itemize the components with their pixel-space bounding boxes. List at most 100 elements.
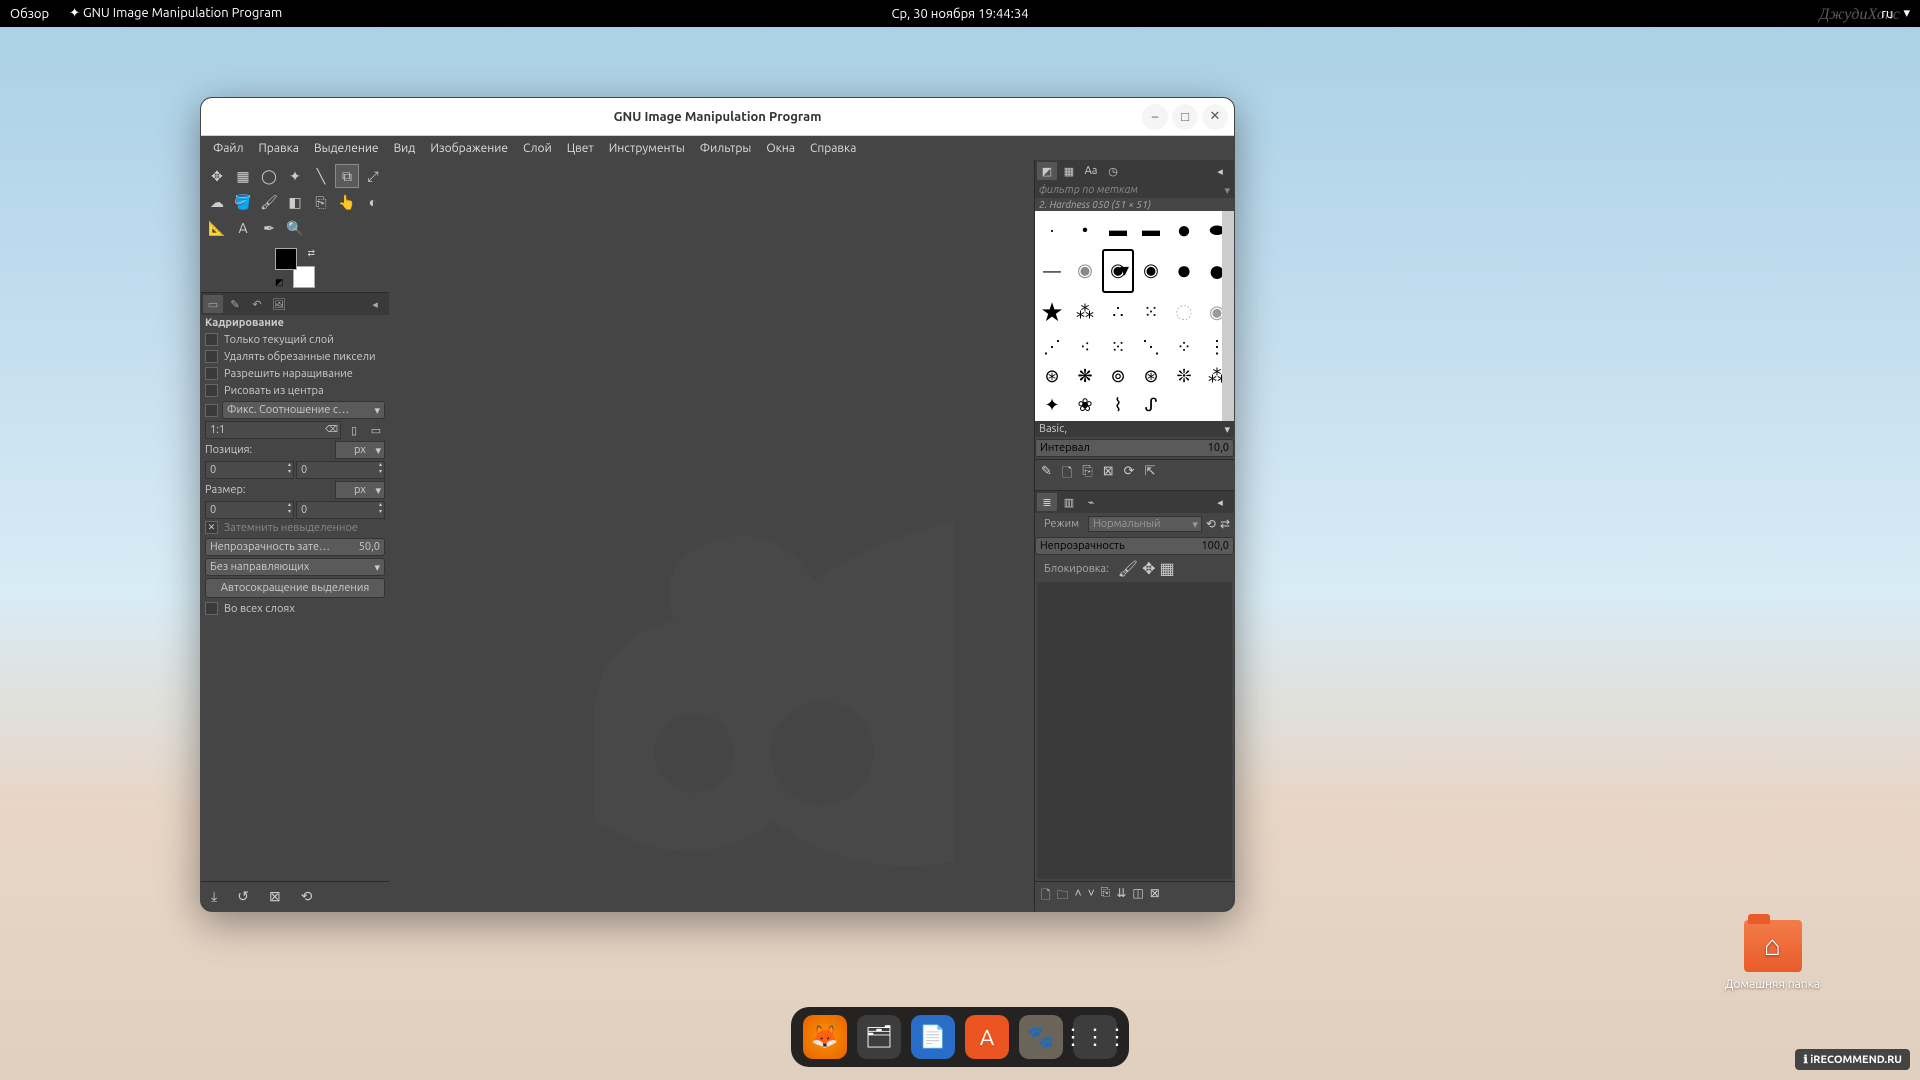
tool-path[interactable]: ✒ (257, 216, 281, 240)
check-delete-cropped[interactable] (205, 350, 218, 363)
layer-merge-icon[interactable]: ⇊ (1116, 886, 1126, 907)
layer-up-icon[interactable]: ˄ (1075, 886, 1082, 907)
tab-fonts[interactable]: Aa (1081, 162, 1101, 180)
autoshrink-button[interactable]: Автосокращение выделения (205, 578, 385, 598)
dock-document[interactable]: 📄 (911, 1015, 955, 1059)
tool-smudge[interactable]: 👆 (335, 190, 359, 214)
tool-crop[interactable]: ⧉ (335, 164, 359, 188)
pos-x[interactable]: 0 (205, 461, 294, 479)
swap-colors-icon[interactable]: ⇄ (307, 248, 315, 259)
restore-options-icon[interactable]: ↺ (237, 888, 249, 905)
brush-item[interactable]: ⌇ (1102, 392, 1134, 420)
lock-pixels-icon[interactable]: 🖌 (1118, 559, 1138, 578)
tab-device[interactable]: ✎ (225, 295, 245, 313)
tab-menu-icon[interactable]: ◂ (1210, 162, 1230, 180)
brush-item[interactable]: ⁙ (1135, 294, 1167, 332)
mode-swap-icon[interactable]: ⇄ (1220, 517, 1230, 531)
active-app[interactable]: GNU Image Manipulation Program (83, 6, 282, 20)
brush-filter[interactable]: фильтр по меткам (1035, 182, 1234, 198)
brush-set-select[interactable]: Basic, (1035, 421, 1234, 437)
fg-bg-colors[interactable]: ⇄ ◩ (275, 248, 315, 288)
check-allow-grow[interactable] (205, 367, 218, 380)
tool-move[interactable]: ✥ (205, 164, 229, 188)
tab-history[interactable]: ◷ (1103, 162, 1123, 180)
menu-help[interactable]: Справка (804, 140, 862, 157)
brush-item[interactable]: ∴ (1102, 294, 1134, 332)
dock-files[interactable]: 🗂 (857, 1015, 901, 1059)
brush-item[interactable]: ● (1168, 212, 1200, 248)
minimize-button[interactable]: – (1142, 104, 1168, 130)
close-button[interactable]: ✕ (1202, 104, 1228, 130)
brush-edit-icon[interactable]: ✎ (1041, 464, 1052, 486)
overview-button[interactable]: Обзор (10, 7, 49, 21)
tool-bucket[interactable]: 🪣 (231, 190, 255, 214)
size-x[interactable]: 0 (205, 501, 294, 519)
brush-item[interactable]: ★ (1036, 294, 1068, 332)
menu-select[interactable]: Выделение (308, 140, 385, 157)
tool-measure[interactable]: 📐 (205, 216, 229, 240)
brush-item[interactable]: ❋ (1069, 362, 1101, 390)
tool-lasso[interactable]: ◯ (257, 164, 281, 188)
brush-scrollbar[interactable] (1222, 211, 1234, 421)
brush-item[interactable]: ❊ (1168, 362, 1200, 390)
brush-item[interactable]: — (1036, 249, 1068, 292)
tab-tool-options[interactable]: ▭ (203, 295, 223, 313)
layer-mask-icon[interactable]: ◫ (1132, 886, 1143, 907)
maximize-button[interactable]: □ (1172, 104, 1198, 130)
check-darken[interactable] (205, 521, 218, 534)
panel-clock[interactable]: Ср, 30 ноября 19:44:34 (891, 7, 1028, 21)
menu-file[interactable]: Файл (207, 140, 250, 157)
tool-paths[interactable]: ╲ (309, 164, 333, 188)
menu-layer[interactable]: Слой (517, 140, 558, 157)
tab-images[interactable]: 🖼 (269, 295, 289, 313)
menu-edit[interactable]: Правка (253, 140, 305, 157)
reset-colors-icon[interactable]: ◩ (275, 277, 284, 288)
brush-item[interactable]: ❀ (1069, 392, 1101, 420)
layer-new-icon[interactable]: 🗋 (1041, 886, 1051, 907)
ratio-input[interactable]: 1:1⌫ (205, 421, 341, 439)
brush-dup-icon[interactable]: ⎘ (1082, 464, 1092, 486)
menu-tools[interactable]: Инструменты (603, 140, 691, 157)
mode-select[interactable]: Нормальный (1088, 516, 1202, 532)
fg-color[interactable] (275, 248, 297, 270)
tab-menu-icon[interactable]: ◂ (365, 295, 385, 313)
dock-software[interactable]: A (965, 1015, 1009, 1059)
layer-group-icon[interactable]: 🗀 (1057, 886, 1069, 907)
brush-item[interactable]: ⊛ (1135, 362, 1167, 390)
tool-warp[interactable]: ☁ (205, 190, 229, 214)
dock-firefox[interactable]: 🦊 (803, 1015, 847, 1059)
tool-fuzzy[interactable]: ✦ (283, 164, 307, 188)
tab-brushes[interactable]: ◩ (1037, 162, 1057, 180)
brush-spacing[interactable]: Интервал10,0 (1035, 439, 1234, 457)
dock-gimp[interactable]: 🐾 (1019, 1015, 1063, 1059)
size-y[interactable]: 0 (296, 501, 385, 519)
layer-opacity[interactable]: Непрозрачность100,0 (1035, 537, 1234, 555)
darken-opacity[interactable]: Непрозрачность зате…50,0 (205, 538, 385, 556)
check-fixed[interactable] (205, 404, 218, 417)
brush-new-icon[interactable]: 🗋 (1062, 464, 1072, 486)
delete-options-icon[interactable]: ⊠ (269, 888, 281, 905)
brush-item[interactable]: • (1069, 212, 1101, 248)
brush-item[interactable]: ⊚ (1102, 362, 1134, 390)
landscape-icon[interactable]: ▭ (367, 424, 385, 437)
brush-del-icon[interactable]: ⊠ (1103, 464, 1114, 486)
tool-dodge[interactable]: ◐ (361, 190, 385, 214)
clear-icon[interactable]: ⌫ (325, 424, 338, 435)
dock-applications[interactable]: ⋮⋮⋮ (1073, 1015, 1117, 1059)
guides-select[interactable]: Без направляющих (205, 558, 385, 576)
brush-item[interactable]: ✦ (1036, 392, 1068, 420)
size-unit[interactable]: px (335, 481, 385, 499)
tool-zoom[interactable]: 🔍 (283, 216, 307, 240)
tab-undo[interactable]: ↶ (247, 295, 267, 313)
brush-item[interactable]: ⁂ (1069, 294, 1101, 332)
brush-item[interactable]: ◉ (1135, 249, 1167, 292)
tab-patterns[interactable]: ▦ (1059, 162, 1079, 180)
brush-item[interactable]: ⁖ (1069, 333, 1101, 361)
brush-item[interactable]: · (1036, 212, 1068, 248)
brush-item[interactable]: ⋰ (1036, 333, 1068, 361)
brush-item-selected[interactable]: ◉ (1102, 249, 1134, 292)
menu-view[interactable]: Вид (388, 140, 422, 157)
layer-del-icon[interactable]: ⊠ (1150, 886, 1160, 907)
titlebar[interactable]: GNU Image Manipulation Program – □ ✕ (201, 98, 1234, 136)
tab-layers[interactable]: ≣ (1037, 493, 1057, 511)
